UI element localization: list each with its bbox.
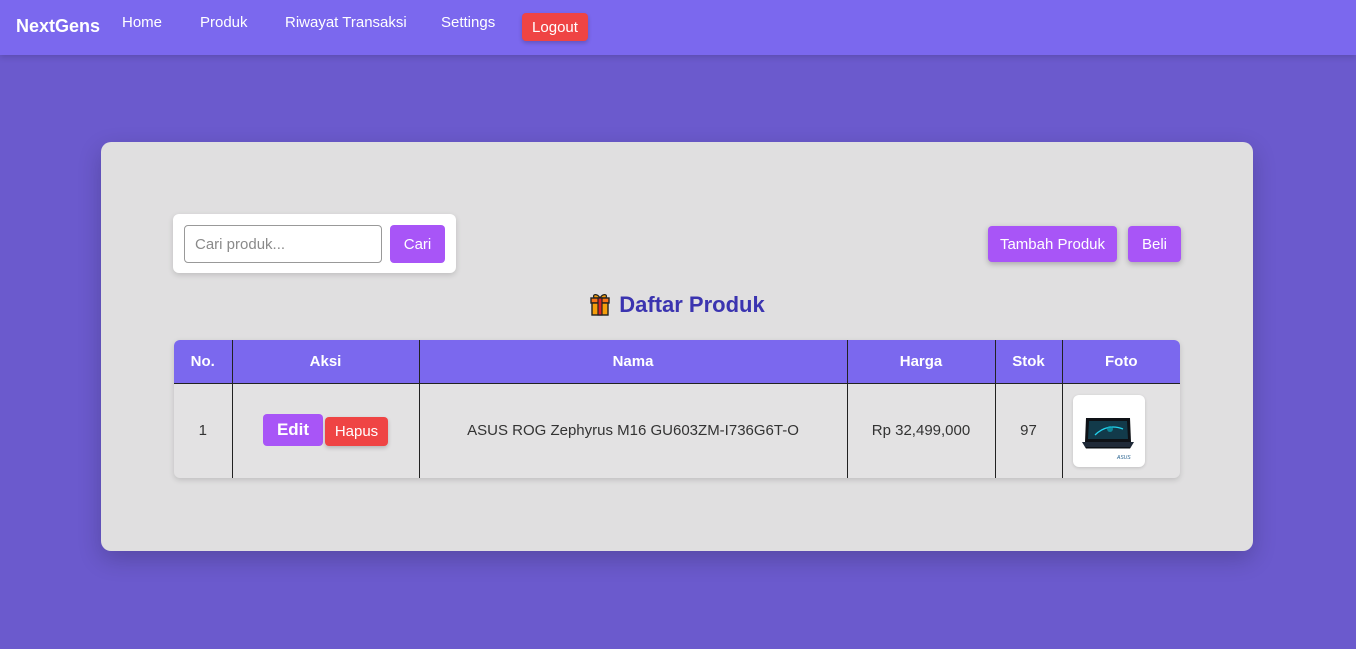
navbar: NextGens Home Produk Riwayat Transaksi S… xyxy=(0,0,1356,55)
product-photo[interactable]: ASUS xyxy=(1072,394,1145,467)
search-input[interactable] xyxy=(184,225,382,263)
page-title-text: Daftar Produk xyxy=(619,292,765,317)
cell-no: 1 xyxy=(174,383,233,478)
gift-icon xyxy=(590,293,610,316)
nav-link-home[interactable]: Home xyxy=(122,14,162,31)
brand-logo[interactable]: NextGens xyxy=(16,16,100,37)
edit-button[interactable]: Edit xyxy=(263,413,323,446)
cell-harga: Rp 32,499,000 xyxy=(847,383,996,478)
table-header-row: No. Aksi Nama Harga Stok Foto xyxy=(174,340,1180,384)
cell-stok: 97 xyxy=(995,383,1063,478)
cell-nama: ASUS ROG Zephyrus M16 GU603ZM-I736G6T-O xyxy=(419,383,848,478)
column-header-no: No. xyxy=(174,340,233,384)
search-button[interactable]: Cari xyxy=(390,225,445,263)
search-form: Cari xyxy=(173,214,456,273)
delete-button[interactable]: Hapus xyxy=(325,417,388,447)
logout-button[interactable]: Logout xyxy=(522,13,588,41)
page-title: Daftar Produk xyxy=(101,292,1253,318)
column-header-stok: Stok xyxy=(995,340,1063,384)
column-header-foto: Foto xyxy=(1062,340,1180,384)
product-card: Cari Tambah Produk Beli Daftar Produk No… xyxy=(101,142,1253,551)
photo-brand-text: ASUS xyxy=(1116,455,1131,461)
cell-aksi: Edit Hapus xyxy=(232,383,420,478)
cell-foto: ASUS xyxy=(1062,383,1180,478)
product-table: No. Aksi Nama Harga Stok Foto 1 Edit Hapu… xyxy=(174,340,1180,478)
column-header-nama: Nama xyxy=(419,340,848,384)
laptop-image: ASUS xyxy=(1081,417,1134,461)
add-product-button[interactable]: Tambah Produk xyxy=(988,226,1117,262)
nav-link-settings[interactable]: Settings xyxy=(441,14,495,31)
nav-link-produk[interactable]: Produk xyxy=(200,14,248,31)
column-header-harga: Harga xyxy=(847,340,996,384)
nav-link-riwayat-transaksi[interactable]: Riwayat Transaksi xyxy=(285,14,407,31)
table-row: 1 Edit Hapus ASUS ROG Zephyrus M16 GU603Z… xyxy=(174,383,1180,478)
buy-button[interactable]: Beli xyxy=(1128,226,1181,262)
column-header-aksi: Aksi xyxy=(232,340,420,384)
